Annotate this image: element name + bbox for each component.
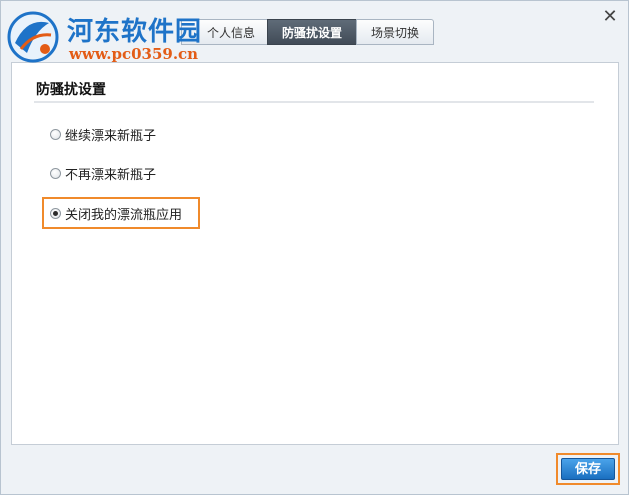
close-icon[interactable]: ✕ xyxy=(600,7,620,27)
dialog-window: 河东软件园 www.pc0359.cn 个人信息 防骚扰设置 场景切换 ✕ 防骚… xyxy=(0,0,629,495)
radio-button-checked[interactable] xyxy=(50,207,61,219)
radio-button[interactable] xyxy=(50,167,61,179)
option-close-app[interactable]: 关闭我的漂流瓶应用 xyxy=(50,203,182,223)
tab-bar: 个人信息 防骚扰设置 场景切换 xyxy=(181,19,435,46)
watermark-site-name: 河东软件园 xyxy=(67,17,203,47)
radio-button[interactable] xyxy=(50,128,61,140)
save-highlight-box: 保存 xyxy=(556,453,620,485)
settings-panel: 防骚扰设置 继续漂来新瓶子 不再漂来新瓶子 关闭我的漂流瓶应用 xyxy=(11,62,619,445)
tab-anti-harassment[interactable]: 防骚扰设置 xyxy=(267,19,357,45)
save-button[interactable]: 保存 xyxy=(561,458,615,480)
option-label: 继续漂来新瓶子 xyxy=(65,128,157,144)
option-stop-bottles[interactable]: 不再漂来新瓶子 xyxy=(50,163,156,183)
tab-scene-switch[interactable]: 场景切换 xyxy=(356,19,435,45)
site-logo-icon xyxy=(7,11,59,63)
section-divider xyxy=(34,101,594,103)
section-title: 防骚扰设置 xyxy=(36,82,106,98)
option-label: 关闭我的漂流瓶应用 xyxy=(65,207,183,223)
site-watermark: 河东软件园 www.pc0359.cn xyxy=(3,7,213,67)
option-label: 不再漂来新瓶子 xyxy=(65,167,157,183)
option-continue-bottles[interactable]: 继续漂来新瓶子 xyxy=(50,124,156,144)
watermark-site-url: www.pc0359.cn xyxy=(69,45,199,63)
